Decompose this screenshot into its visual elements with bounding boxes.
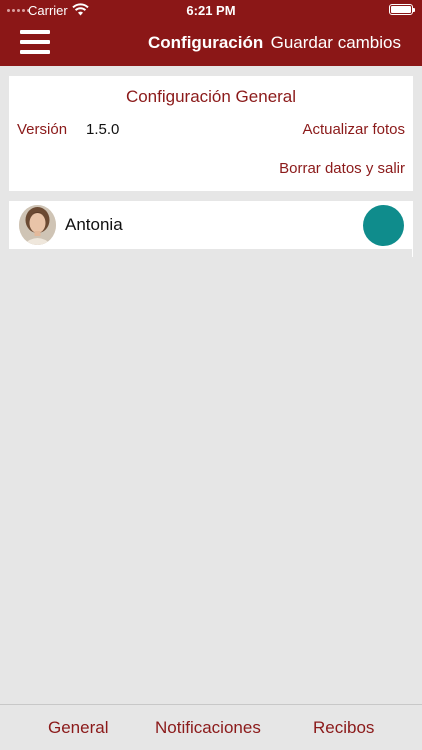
version-value: 1.5.0 [86, 121, 120, 138]
tab-general[interactable]: General [48, 718, 108, 738]
page-title: Configuración [148, 33, 264, 52]
hamburger-menu-icon[interactable] [20, 30, 50, 54]
version-label: Versión [17, 121, 68, 138]
general-settings-title: Configuración General [125, 87, 297, 106]
status-bar: Carrier 6:21 PM [0, 0, 422, 20]
update-photos-button[interactable]: Actualizar fotos [302, 121, 405, 138]
tab-bar: General Notificaciones Recibos [0, 704, 422, 750]
divider [412, 249, 413, 257]
user-name: Antonia [65, 215, 123, 234]
clock-time: 6:21 PM [186, 3, 236, 18]
general-settings-card: Configuración General Versión 1.5.0 Actu… [9, 76, 413, 191]
battery-icon [389, 4, 415, 15]
tab-notifications[interactable]: Notificaciones [155, 718, 261, 738]
user-list-item[interactable]: Antonia [9, 201, 413, 249]
user-status-indicator[interactable] [363, 205, 404, 246]
top-navigation-bar: Carrier 6:21 PM Configuración Guardar ca… [0, 0, 422, 66]
avatar [19, 205, 56, 245]
save-changes-button[interactable]: Guardar cambios [271, 33, 401, 53]
tab-receipts[interactable]: Recibos [313, 718, 374, 738]
clear-data-and-exit-button[interactable]: Borrar datos y salir [279, 160, 405, 177]
